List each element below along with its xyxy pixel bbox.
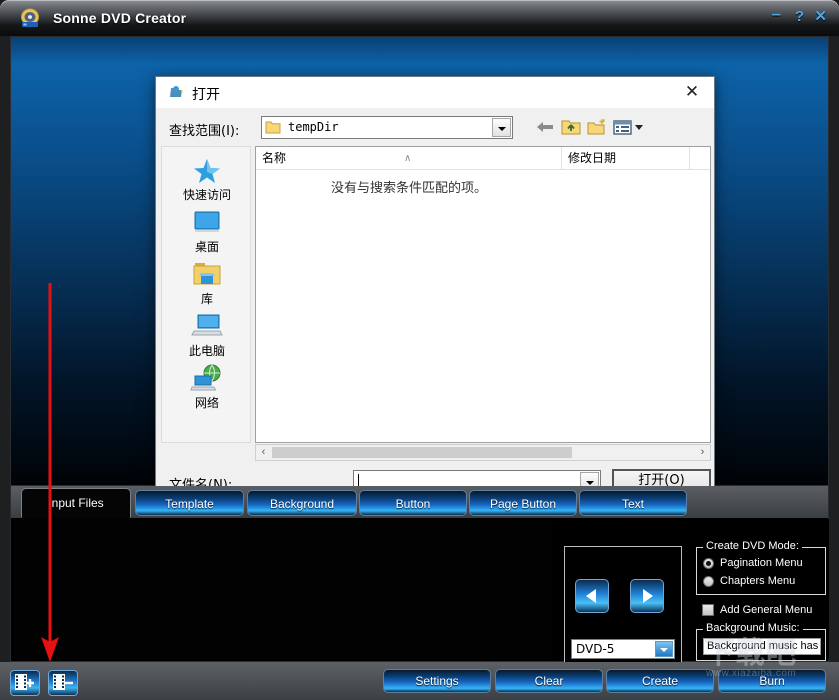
place-label: 快速访问	[183, 188, 231, 202]
tab-page-button[interactable]: Page Button	[469, 490, 577, 516]
sort-ascending-icon: ∧	[404, 148, 411, 170]
prev-page-button[interactable]	[575, 579, 609, 613]
radio-label: Chapters Menu	[720, 575, 795, 587]
column-header-name[interactable]: 名称 ∧	[256, 147, 562, 169]
settings-button[interactable]: Settings	[383, 669, 491, 693]
place-label: 网络	[195, 396, 219, 410]
file-list[interactable]: 名称 ∧ 修改日期 没有与搜索条件匹配的项。	[255, 146, 711, 443]
new-folder-icon[interactable]	[586, 116, 608, 138]
tab-strip: Input Files Template Background Button P…	[10, 486, 829, 518]
up-folder-icon[interactable]	[560, 116, 582, 138]
bottom-toolbar: Settings Clear Create Burn	[0, 662, 839, 700]
place-this-pc[interactable]: 此电脑	[162, 311, 252, 360]
place-libraries[interactable]: 库	[162, 259, 252, 308]
place-label: 此电脑	[189, 344, 225, 358]
file-list-empty-message: 没有与搜索条件匹配的项。	[256, 177, 562, 196]
create-button[interactable]: Create	[606, 669, 714, 693]
views-icon[interactable]	[612, 116, 644, 138]
radio-label: Pagination Menu	[720, 557, 803, 569]
tab-button[interactable]: Button	[359, 490, 467, 516]
column-header-extra[interactable]	[690, 147, 712, 169]
tab-background[interactable]: Background	[247, 490, 357, 516]
checkbox-label: Add General Menu	[720, 604, 812, 616]
desktop-icon	[190, 207, 224, 237]
library-icon	[190, 259, 224, 289]
star-icon	[190, 155, 224, 185]
group-legend: Create DVD Mode:	[703, 540, 802, 552]
create-dvd-mode-group: Create DVD Mode: Pagination Menu Chapter…	[696, 547, 826, 595]
dialog-title-bar: 打开 ✕	[156, 77, 714, 109]
scrollbar-thumb[interactable]	[272, 447, 572, 458]
column-label: 名称	[262, 151, 286, 165]
radio-icon[interactable]	[703, 558, 714, 569]
back-icon[interactable]	[534, 116, 556, 138]
dialog-title: 打开	[192, 84, 220, 104]
add-file-icon[interactable]	[10, 670, 40, 696]
folder-icon	[265, 120, 281, 134]
network-icon	[190, 363, 224, 393]
place-desktop[interactable]: 桌面	[162, 207, 252, 256]
tab-text[interactable]: Text	[579, 490, 687, 516]
checkbox-icon[interactable]	[702, 604, 714, 616]
minimize-button[interactable]: –	[772, 6, 781, 22]
disc-type-value: DVD-5	[576, 642, 614, 656]
background-music-field[interactable]: Background music has not been set	[703, 638, 821, 655]
group-legend: Background Music:	[703, 622, 803, 634]
place-label: 桌面	[195, 240, 219, 254]
scroll-left-icon[interactable]: ‹	[256, 445, 271, 460]
background-music-group: Background Music: Background music has n…	[696, 629, 826, 661]
arrow-right-icon	[636, 586, 658, 606]
tab-template[interactable]: Template	[135, 490, 244, 516]
place-quick-access[interactable]: 快速访问	[162, 155, 252, 204]
window-title: Sonne DVD Creator	[53, 10, 186, 26]
help-button[interactable]: ?	[795, 9, 804, 25]
close-button[interactable]: ✕	[814, 9, 827, 25]
application-body: 打开 ✕ 查找范围(I): tempDir	[0, 36, 839, 700]
title-bar: Sonne DVD Creator – ? ✕	[0, 0, 839, 36]
dvd-disc-icon	[19, 8, 41, 29]
file-list-hscrollbar[interactable]: ‹ ›	[255, 444, 711, 461]
look-in-value: tempDir	[288, 120, 339, 134]
chevron-down-icon[interactable]	[492, 118, 511, 137]
clear-button[interactable]: Clear	[495, 669, 603, 693]
burn-button[interactable]: Burn	[718, 669, 826, 693]
disc-type-combobox[interactable]: DVD-5	[571, 639, 675, 659]
look-in-label: 查找范围(I):	[169, 120, 239, 139]
next-page-button[interactable]	[630, 579, 664, 613]
place-network[interactable]: 网络	[162, 363, 252, 412]
places-bar: 快速访问 桌面	[161, 146, 251, 443]
file-list-header: 名称 ∧ 修改日期	[256, 147, 710, 170]
background-music-value: Background music has not been set	[707, 640, 821, 652]
dialog-body: 查找范围(I): tempDir	[156, 108, 714, 511]
radio-icon[interactable]	[703, 576, 714, 587]
tab-input-files[interactable]: Input Files	[21, 488, 131, 518]
look-in-combobox[interactable]: tempDir	[261, 116, 513, 139]
column-header-date[interactable]: 修改日期	[562, 147, 690, 169]
tab-content-panel: DVD-5 Create DVD Mode: Pagination Menu C…	[10, 518, 829, 662]
arrow-left-icon	[581, 586, 603, 606]
input-files-list[interactable]	[12, 519, 552, 659]
this-pc-icon	[190, 311, 224, 341]
preview-panel: DVD-5	[564, 546, 682, 666]
application-window: Sonne DVD Creator – ? ✕ 打开 ✕ 查找范围	[0, 0, 839, 700]
scroll-right-icon[interactable]: ›	[695, 445, 710, 460]
open-folder-icon	[168, 84, 185, 101]
open-file-dialog: 打开 ✕ 查找范围(I): tempDir	[155, 76, 715, 510]
dialog-close-button[interactable]: ✕	[678, 81, 706, 103]
remove-file-icon[interactable]	[48, 670, 78, 696]
options-panel: Create DVD Mode: Pagination Menu Chapter…	[693, 519, 829, 659]
place-label: 库	[201, 292, 213, 306]
chevron-down-icon[interactable]	[655, 641, 673, 657]
